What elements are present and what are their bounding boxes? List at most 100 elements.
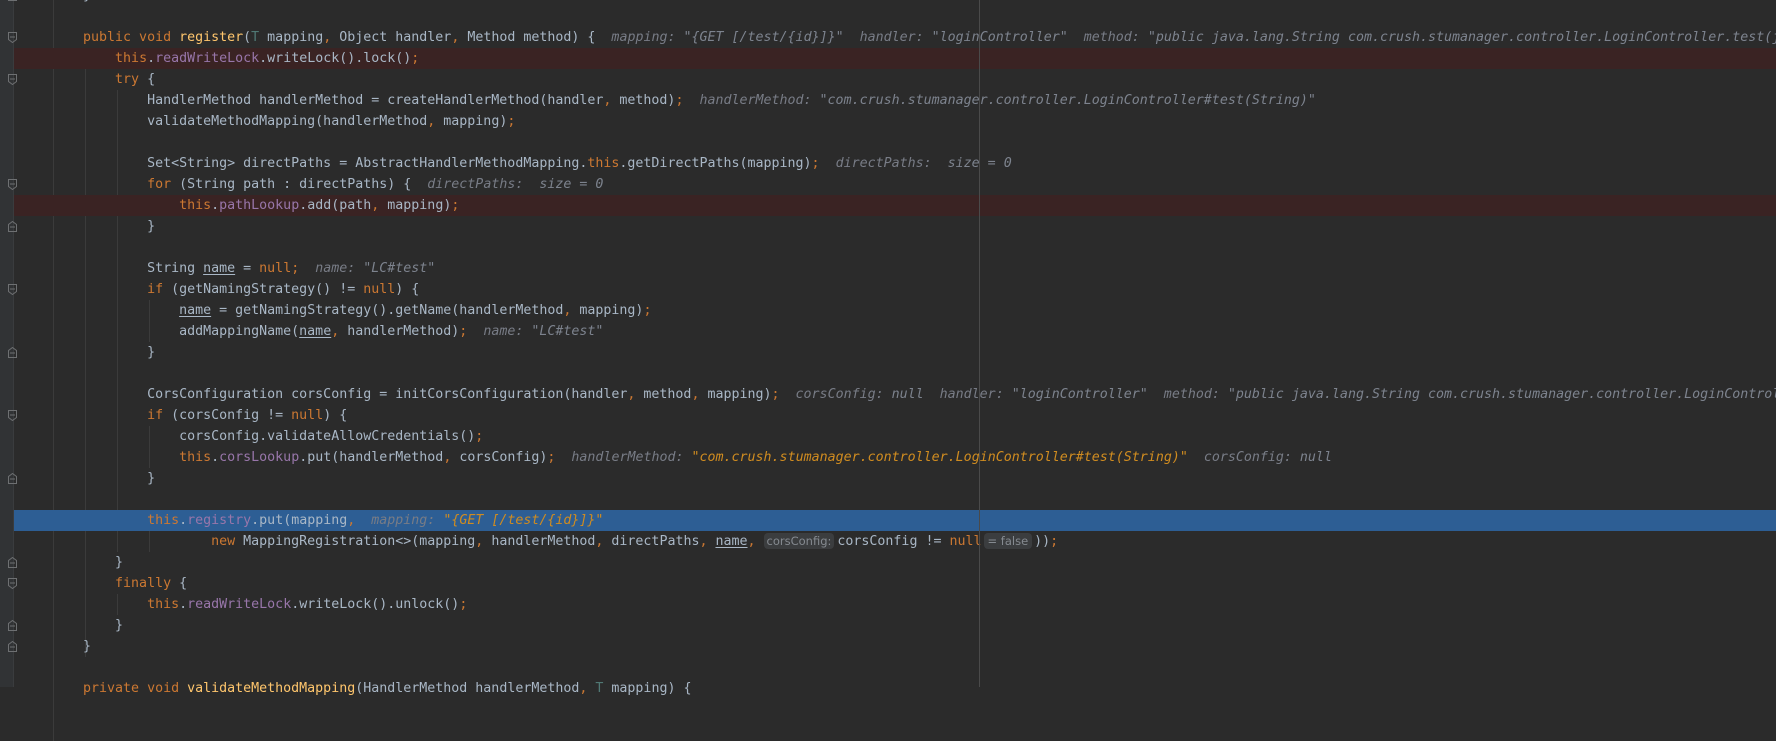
execution-point-line[interactable]: this.registry.put(mapping, mapping: "{GE… (14, 510, 1776, 531)
code-token: this (179, 450, 212, 465)
code-line[interactable]: } (14, 216, 1776, 237)
inline-hint-label: method: (1067, 30, 1148, 45)
code-line[interactable]: private void validateMethodMapping(Handl… (14, 678, 1776, 699)
code-line[interactable]: name = getNamingStrategy().getName(handl… (14, 300, 1776, 321)
code-token: = getNamingStrategy().getName(handlerMet… (211, 303, 564, 318)
code-line[interactable] (14, 489, 1776, 510)
code-line[interactable]: Set<String> directPaths = AbstractHandle… (14, 153, 1776, 174)
code-line[interactable]: String name = null; name: "LC#test" (14, 258, 1776, 279)
code-token: handlerMethod (491, 534, 596, 549)
code-token: . (211, 450, 220, 465)
code-line[interactable] (14, 132, 1776, 153)
code-token: this (115, 51, 148, 66)
code-line[interactable]: validateMethodMapping(handlerMethod, map… (14, 111, 1776, 132)
code-token: ; (475, 429, 484, 444)
fold-end-icon[interactable] (8, 221, 17, 232)
code-token: , (331, 324, 348, 339)
code-line[interactable]: for (String path : directPaths) { direct… (14, 174, 1776, 195)
code-line[interactable]: } (14, 615, 1776, 636)
code-token: corsConfig) (459, 450, 548, 465)
code-token: ; (643, 303, 652, 318)
fold-end-icon[interactable] (8, 641, 17, 652)
fold-collapse-icon[interactable] (8, 578, 17, 589)
code-token: pathLookup (219, 198, 300, 213)
code-line[interactable]: HandlerMethod handlerMethod = createHand… (14, 90, 1776, 111)
code-line[interactable] (14, 363, 1776, 384)
code-token: ; (1050, 534, 1059, 549)
code-line[interactable]: addMappingName(name, handlerMethod); nam… (14, 321, 1776, 342)
code-token: null (363, 282, 396, 297)
fold-end-icon[interactable] (8, 347, 17, 358)
code-token: this (179, 198, 212, 213)
code-line[interactable]: try { (14, 69, 1776, 90)
fold-end-icon[interactable] (8, 620, 17, 631)
inline-hint-value: null (891, 387, 924, 402)
code-line[interactable]: } (14, 342, 1776, 363)
code-line[interactable]: } (14, 552, 1776, 573)
code-token: , (427, 114, 444, 129)
code-token: } (51, 639, 92, 654)
code-token: for (51, 177, 172, 192)
breakpoint-line[interactable]: this.pathLookup.add(path, mapping); (14, 195, 1776, 216)
code-line[interactable]: } (14, 636, 1776, 657)
code-line[interactable]: if (getNamingStrategy() != null) { (14, 279, 1776, 300)
code-token: = (235, 261, 260, 276)
code-token: .put(mapping (251, 513, 348, 528)
value-hint: = false (983, 533, 1033, 549)
code-token: ; (411, 51, 420, 66)
code-token: , (699, 534, 716, 549)
code-token: } (51, 219, 156, 234)
code-line[interactable]: this.corsLookup.put(handlerMethod, corsC… (14, 447, 1776, 468)
code-token: register (179, 30, 244, 45)
fold-collapse-icon[interactable] (8, 284, 17, 295)
code-line[interactable]: new MappingRegistration<>(mapping, handl… (14, 531, 1776, 552)
fold-end-icon[interactable] (8, 557, 17, 568)
code-token: ) { (395, 282, 420, 297)
code-line[interactable] (14, 237, 1776, 258)
fold-collapse-icon[interactable] (8, 179, 17, 190)
code-line[interactable]: finally { (14, 573, 1776, 594)
code-token: , (323, 30, 340, 45)
fold-collapse-icon[interactable] (8, 410, 17, 421)
code-line[interactable]: if (corsConfig != null) { (14, 405, 1776, 426)
fold-collapse-icon[interactable] (8, 74, 17, 85)
inline-hint-label: handlerMethod: (555, 450, 692, 465)
fold-end-icon[interactable] (8, 473, 17, 484)
code-token: name (299, 324, 332, 339)
code-token: public void (51, 30, 180, 45)
code-token: , (563, 303, 580, 318)
code-line[interactable] (14, 6, 1776, 27)
code-token: { (139, 72, 156, 87)
code-token: ( (243, 30, 252, 45)
code-token: finally (51, 576, 172, 591)
code-token: String (51, 261, 204, 276)
code-token: , (603, 93, 620, 108)
code-line[interactable]: public void register(T mapping, Object h… (14, 27, 1776, 48)
code-line[interactable]: corsConfig.validateAllowCredentials(); (14, 426, 1776, 447)
code-token: corsConfig != (837, 534, 950, 549)
code-token: ; (811, 156, 820, 171)
code-line[interactable] (14, 657, 1776, 678)
code-token: mapping (259, 30, 324, 45)
code-token: (getNamingStrategy() != (163, 282, 364, 297)
breakpoint-line[interactable]: this.readWriteLock.writeLock().lock(); (14, 48, 1776, 69)
right-margin-guide (979, 0, 980, 687)
inline-hint-label: corsConfig: (1187, 450, 1300, 465)
code-token: mapping) (707, 387, 772, 402)
code-token: ; (459, 597, 468, 612)
code-token: directPaths (611, 534, 700, 549)
code-token: ; (771, 387, 780, 402)
code-token: new (51, 534, 236, 549)
code-token: null (949, 534, 982, 549)
code-line[interactable]: this.readWriteLock.writeLock().unlock(); (14, 594, 1776, 615)
code-line[interactable]: CorsConfiguration corsConfig = initCorsC… (14, 384, 1776, 405)
fold-end-icon[interactable] (8, 0, 17, 1)
code-token: mapping) (443, 114, 508, 129)
code-line[interactable]: } (14, 468, 1776, 489)
inline-hint-value: "com.crush.stumanager.controller.LoginCo… (819, 93, 1316, 108)
fold-collapse-icon[interactable] (8, 32, 17, 43)
code-token: , (579, 681, 596, 696)
